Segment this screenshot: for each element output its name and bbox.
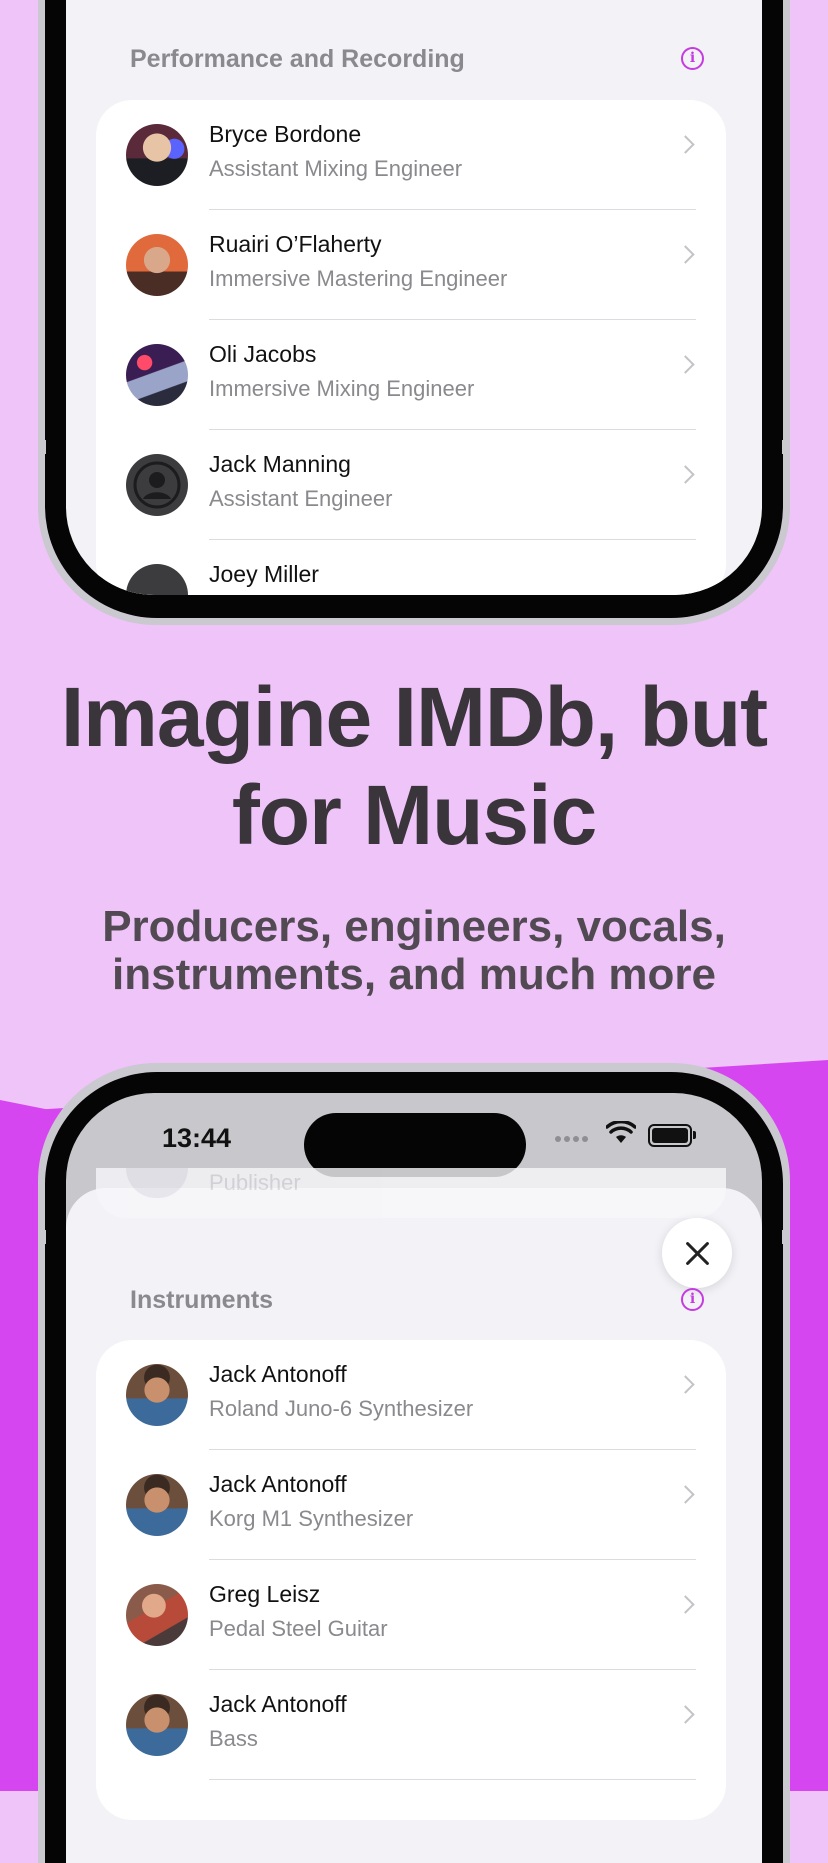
avatar (126, 1694, 188, 1756)
faded-card: Publisher (96, 1168, 726, 1218)
avatar (126, 1584, 188, 1646)
person-role: Publisher (209, 1170, 301, 1195)
person-role: Immersive Mixing Engineer (209, 376, 475, 401)
person-placeholder-icon (126, 564, 188, 595)
list-item[interactable]: Joey Miller (96, 540, 726, 595)
list-item[interactable]: Jack Manning Assistant Engineer (96, 430, 726, 540)
person-name: Bryce Bordone (209, 121, 362, 147)
chevron-right-icon (676, 135, 695, 154)
chevron-right-icon (676, 1705, 695, 1724)
person-name: Oli Jacobs (209, 341, 317, 367)
avatar (126, 234, 188, 296)
avatar (126, 344, 188, 406)
phone-side-button (782, 1230, 790, 1244)
credits-list: Jack Antonoff Roland Juno-6 Synthesizer … (96, 1340, 726, 1820)
person-name: Greg Leisz (209, 1581, 321, 1607)
person-placeholder-icon (126, 454, 188, 516)
person-name: Jack Antonoff (209, 1361, 347, 1387)
info-icon[interactable]: i (681, 1288, 704, 1311)
list-item[interactable]: Jack Antonoff Bass (96, 1670, 726, 1780)
chevron-right-icon (676, 355, 695, 374)
list-item[interactable]: Greg Leisz Pedal Steel Guitar (96, 1560, 726, 1670)
phone-side-button (782, 440, 790, 454)
avatar (126, 1364, 188, 1426)
person-name: Ruairi O’Flaherty (209, 231, 382, 257)
bottom-phone-screen: 13:44 Publisher Instruments i Jack Anton… (66, 1093, 762, 1863)
chevron-right-icon (676, 465, 695, 484)
close-button[interactable] (662, 1218, 732, 1288)
wifi-icon (606, 1121, 636, 1143)
person-role: Pedal Steel Guitar (209, 1616, 388, 1641)
person-role: Assistant Engineer (209, 486, 393, 511)
phone-side-button (38, 440, 46, 454)
person-role: Assistant Mixing Engineer (209, 156, 463, 181)
person-name: Jack Manning (209, 451, 351, 477)
section-title: Instruments (130, 1286, 274, 1314)
person-name: Jack Antonoff (209, 1471, 347, 1497)
list-item[interactable]: Bryce Bordone Assistant Mixing Engineer (96, 100, 726, 210)
list-item[interactable]: Oli Jacobs Immersive Mixing Engineer (96, 320, 726, 430)
info-icon[interactable]: i (681, 47, 704, 70)
top-phone-screen: Performance and Recording i Bryce Bordon… (66, 0, 762, 595)
headline: Imagine IMDb, but for Music (60, 670, 768, 862)
subheadline: Producers, engineers, vocals, instrument… (102, 902, 726, 999)
person-name: Jack Antonoff (209, 1691, 347, 1717)
chevron-right-icon (676, 1595, 695, 1614)
top-phone-mockup: Performance and Recording i Bryce Bordon… (38, 0, 790, 625)
chevron-right-icon (676, 1485, 695, 1504)
battery-icon (648, 1124, 696, 1147)
list-item[interactable]: Jack Antonoff Korg M1 Synthesizer (96, 1450, 726, 1560)
credits-list: Bryce Bordone Assistant Mixing Engineer … (96, 100, 726, 595)
divider (209, 1779, 696, 1780)
avatar (126, 124, 188, 186)
person-role: Immersive Mastering Engineer (209, 266, 508, 291)
avatar (126, 1474, 188, 1536)
person-role: Korg M1 Synthesizer (209, 1506, 414, 1531)
person-role: Roland Juno-6 Synthesizer (209, 1396, 474, 1421)
credits-sheet: Publisher Instruments i Jack Antonoff Ro… (66, 1168, 762, 1863)
list-item[interactable]: Jack Antonoff Roland Juno-6 Synthesizer (96, 1340, 726, 1450)
person-name: Joey Miller (209, 561, 319, 587)
avatar (126, 1168, 188, 1198)
list-item[interactable]: Ruairi O’Flaherty Immersive Mastering En… (96, 210, 726, 320)
bottom-phone-mockup: 13:44 Publisher Instruments i Jack Anton… (38, 1063, 790, 1863)
chevron-right-icon (676, 245, 695, 264)
phone-side-button (38, 1230, 46, 1244)
status-time: 13:44 (162, 1123, 232, 1153)
section-title: Performance and Recording (130, 45, 465, 73)
signal-dots-icon (555, 1136, 588, 1142)
person-role: Bass (209, 1726, 258, 1751)
chevron-right-icon (676, 1375, 695, 1394)
